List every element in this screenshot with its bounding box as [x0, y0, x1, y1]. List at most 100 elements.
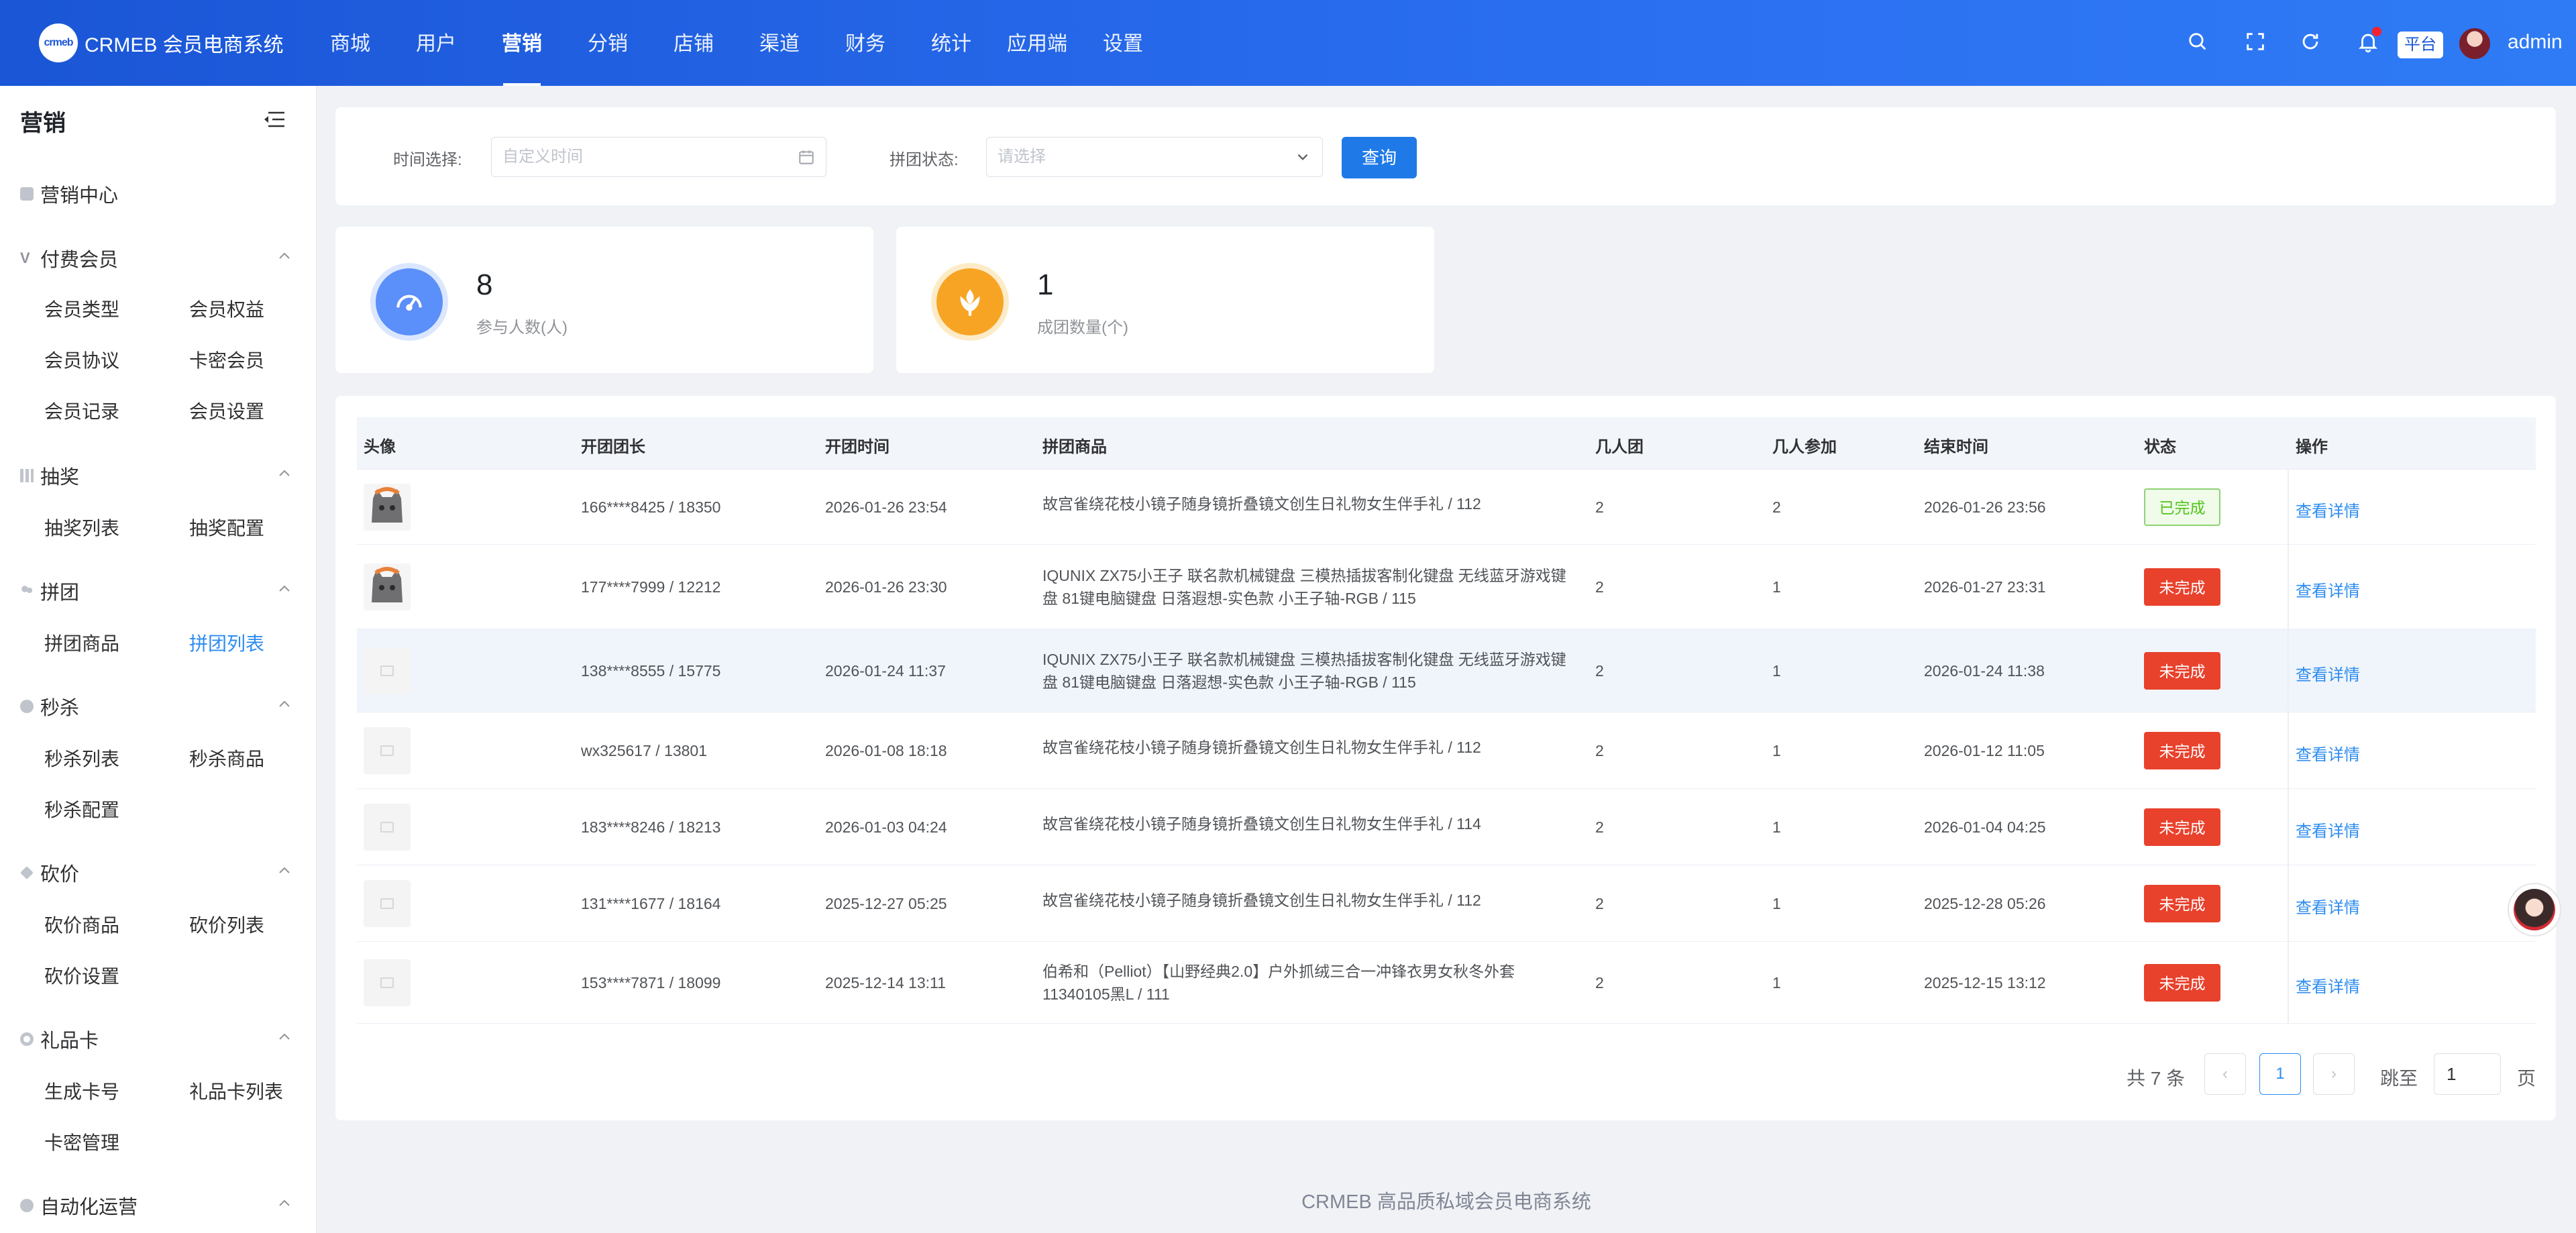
grid-icon: [20, 469, 34, 482]
chevron-up-icon[interactable]: [278, 1198, 291, 1208]
vip-icon: V: [20, 250, 30, 266]
table-cell-leader: wx325617 / 13801: [581, 742, 707, 759]
sidebar-item-marketing-center[interactable]: 营销中心: [20, 180, 118, 208]
sidebar-item-member-settings[interactable]: 会员设置: [189, 397, 264, 424]
status-badge: 未完成: [2144, 652, 2220, 690]
sidebar-item-bargain-settings[interactable]: 砍价设置: [44, 962, 119, 989]
sidebar-item-bargain-goods[interactable]: 砍价商品: [44, 911, 119, 938]
fullscreen-icon[interactable]: [2243, 30, 2267, 54]
status-badge: 未完成: [2144, 568, 2220, 606]
logo[interactable]: crmeb CRMEB 会员电商系统: [39, 23, 284, 62]
col-product: 拼团商品: [1042, 438, 1107, 456]
topnav-finance[interactable]: 财务: [822, 0, 908, 86]
sidebar-item-seckill-list[interactable]: 秒杀列表: [44, 745, 119, 771]
view-details-link[interactable]: 查看详情: [2296, 578, 2360, 601]
table-cell-product: 故宫雀绕花枝小镜子随身镜折叠镜文创生日礼物女生伴手礼 / 112: [1042, 892, 1481, 909]
status-badge: 未完成: [2144, 808, 2220, 846]
sidebar: 营销 营销中心 V 付费会员 会员类型 会员权益 会员协议 卡密会员 会员记录 …: [0, 86, 317, 1233]
chevron-up-icon[interactable]: [278, 699, 291, 708]
stat-card-groups: 1 成团数量(个): [896, 227, 1434, 373]
sidebar-item-card-secret[interactable]: 卡密管理: [44, 1128, 119, 1155]
topnav-settings[interactable]: 设置: [1080, 0, 1166, 86]
stat-card-participants: 8 参与人数(人): [335, 227, 873, 373]
table-cell-joined: 2: [1772, 498, 1781, 516]
chevron-up-icon[interactable]: [278, 865, 291, 875]
table-cell-joined: 1: [1772, 662, 1781, 680]
sidebar-item-lottery-list[interactable]: 抽奖列表: [44, 514, 119, 541]
chevron-up-icon[interactable]: [278, 1032, 291, 1041]
table-cell-joined: 1: [1772, 974, 1781, 991]
sidebar-item-seckill-config[interactable]: 秒杀配置: [44, 796, 119, 822]
topnav-channel[interactable]: 渠道: [737, 0, 822, 86]
topnav-mall[interactable]: 商城: [307, 0, 393, 86]
platform-tag[interactable]: 平台: [2398, 32, 2443, 58]
status-select[interactable]: 请选择: [986, 137, 1323, 177]
user-avatar: [364, 727, 411, 774]
view-details-link[interactable]: 查看详情: [2296, 894, 2360, 918]
customer-service-avatar[interactable]: [2508, 883, 2561, 936]
table-cell-joined: 1: [1772, 818, 1781, 836]
chevron-up-icon[interactable]: [278, 584, 291, 593]
col-end-time: 结束时间: [1924, 438, 1988, 456]
notification-dot: [2372, 27, 2381, 36]
users-icon: [20, 584, 34, 598]
sidebar-group-gift-card[interactable]: 礼品卡: [20, 1025, 99, 1053]
topnav-user[interactable]: 用户: [393, 0, 479, 86]
sidebar-item-member-record[interactable]: 会员记录: [44, 397, 119, 424]
table-cell-leader: 131****1677 / 18164: [581, 895, 721, 912]
date-range-input[interactable]: 自定义时间: [491, 137, 826, 177]
sidebar-item-generate-card[interactable]: 生成卡号: [44, 1077, 119, 1104]
gear-icon: [20, 1032, 34, 1046]
collapse-menu-icon[interactable]: [263, 110, 286, 129]
page-button-current[interactable]: 1: [2259, 1053, 2301, 1095]
avatar[interactable]: [2459, 28, 2490, 59]
sidebar-group-lottery[interactable]: 抽奖: [20, 462, 79, 490]
app-title: CRMEB 会员电商系统: [85, 34, 284, 56]
sidebar-item-lottery-config[interactable]: 抽奖配置: [189, 514, 264, 541]
topnav-apps[interactable]: 应用端: [994, 0, 1080, 86]
view-details-link[interactable]: 查看详情: [2296, 498, 2360, 521]
sidebar-item-group-goods[interactable]: 拼团商品: [44, 629, 119, 656]
chevron-up-icon[interactable]: [278, 251, 291, 260]
status-badge: 未完成: [2144, 964, 2220, 1002]
col-status: 状态: [2144, 438, 2176, 456]
sidebar-group-bargain[interactable]: 砍价: [20, 859, 79, 887]
table-cell-end-time: 2026-01-04 04:25: [1924, 818, 2046, 836]
topnav-marketing[interactable]: 营销: [479, 0, 565, 86]
next-page-button[interactable]: ›: [2313, 1053, 2355, 1095]
prev-page-button[interactable]: ‹: [2204, 1053, 2246, 1095]
sidebar-item-card-member[interactable]: 卡密会员: [189, 346, 264, 373]
view-details-link[interactable]: 查看详情: [2296, 818, 2360, 841]
sidebar-group-automation[interactable]: 自动化运营: [20, 1191, 138, 1220]
topnav-distribution[interactable]: 分销: [565, 0, 651, 86]
sidebar-item-member-agreement[interactable]: 会员协议: [44, 346, 119, 373]
sidebar-item-gift-card-list[interactable]: 礼品卡列表: [189, 1077, 283, 1104]
bell-icon[interactable]: [2356, 27, 2381, 54]
search-icon[interactable]: [2186, 30, 2210, 54]
sidebar-group-seckill[interactable]: 秒杀: [20, 692, 79, 720]
topnav-statistics[interactable]: 统计: [908, 0, 994, 86]
query-button[interactable]: 查询: [1342, 137, 1417, 178]
clock-icon: [20, 700, 34, 713]
sidebar-group-group-buy[interactable]: 拼团: [20, 577, 79, 605]
sidebar-item-group-list[interactable]: 拼团列表: [189, 629, 264, 656]
sidebar-item-bargain-list[interactable]: 砍价列表: [189, 911, 264, 938]
table-cell-end-time: 2026-01-12 11:05: [1924, 742, 2045, 759]
sidebar-item-member-type[interactable]: 会员类型: [44, 295, 119, 322]
chevron-up-icon[interactable]: [278, 468, 291, 478]
view-details-link[interactable]: 查看详情: [2296, 661, 2360, 685]
sidebar-group-paid-member[interactable]: V 付费会员: [20, 244, 118, 272]
view-details-link[interactable]: 查看详情: [2296, 741, 2360, 765]
jump-page-input[interactable]: 1: [2434, 1053, 2501, 1095]
table-cell-group-size: 2: [1595, 818, 1604, 836]
refresh-icon[interactable]: [2298, 30, 2322, 54]
sidebar-title: 营销: [20, 111, 66, 136]
sidebar-item-seckill-goods[interactable]: 秒杀商品: [189, 745, 264, 771]
table-cell-start-time: 2026-01-03 04:24: [825, 818, 947, 836]
view-details-link[interactable]: 查看详情: [2296, 973, 2360, 997]
status-badge: 未完成: [2144, 732, 2220, 769]
topnav-store[interactable]: 店铺: [651, 0, 737, 86]
username[interactable]: admin: [2508, 31, 2563, 54]
speedometer-icon: [376, 268, 443, 335]
sidebar-item-member-rights[interactable]: 会员权益: [189, 295, 264, 322]
